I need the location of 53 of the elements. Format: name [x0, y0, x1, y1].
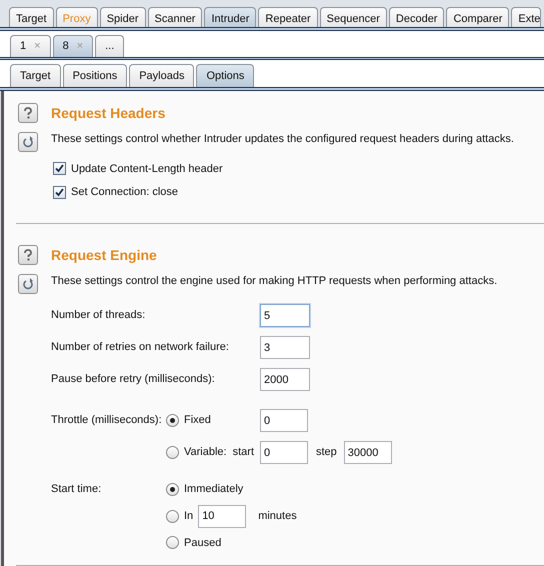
text-field[interactable]: 10 [198, 504, 246, 528]
radio-label: Immediately [184, 482, 244, 497]
tab[interactable]: Intruder [204, 6, 256, 27]
section-title: Request Engine [51, 246, 158, 265]
section-title: Request Headers [51, 104, 166, 123]
tab[interactable]: Positions [62, 64, 128, 88]
tab[interactable]: Sequencer [320, 6, 387, 27]
field-label: Pause before retry (milliseconds): [51, 372, 216, 388]
radio-label: In [184, 508, 194, 524]
text-field[interactable]: 30000 [344, 441, 392, 464]
section-description: These settings control whether Intruder updates the configured request headers during attacks. [51, 132, 514, 147]
text-field[interactable]: 5 [260, 304, 310, 327]
tab[interactable]: Comparer [446, 6, 510, 27]
radio-label: Paused [184, 536, 222, 550]
field-label: start [232, 445, 254, 460]
help-icon[interactable] [18, 103, 38, 123]
text-field[interactable]: 0 [260, 441, 308, 464]
field-label: Start time: [51, 482, 102, 497]
text-field[interactable]: 0 [260, 409, 308, 432]
field-label: Throttle (milliseconds): [51, 413, 163, 428]
radio-button[interactable] [166, 536, 179, 550]
help-icon[interactable] [18, 244, 38, 264]
radio-button[interactable] [166, 482, 179, 496]
radio-label: Variable: [184, 445, 227, 460]
field-label: Number of threads: [51, 308, 146, 324]
tab[interactable]: Target [10, 64, 61, 88]
checkbox[interactable] [53, 162, 66, 176]
text-field[interactable]: 2000 [260, 368, 310, 391]
checkbox[interactable] [53, 186, 66, 199]
radio-label: Fixed [184, 413, 211, 428]
field-label: step [316, 445, 337, 460]
tab[interactable]: ... [95, 34, 124, 57]
restore-defaults-icon[interactable] [18, 132, 38, 152]
tab[interactable]: 8 × [52, 34, 94, 57]
tab[interactable]: 1 × [10, 34, 51, 57]
section-description: These settings control the engine used for making HTTP requests when performing attacks. [51, 274, 498, 288]
radio-button[interactable] [166, 510, 179, 522]
text-field[interactable]: 3 [260, 336, 310, 359]
tab[interactable]: Decoder [388, 6, 444, 27]
tab[interactable]: Target [9, 6, 54, 27]
field-label: Number of retries on network failure: [51, 340, 230, 356]
restore-defaults-icon[interactable] [18, 274, 38, 294]
tab[interactable]: Options [196, 64, 254, 88]
tab[interactable]: Spider [100, 6, 146, 27]
tab[interactable]: Repeater [258, 6, 318, 27]
radio-button[interactable] [166, 414, 179, 427]
radio-button[interactable] [166, 446, 179, 459]
checkbox-label: Set Connection: close [71, 185, 178, 200]
tab[interactable]: Exte [511, 6, 542, 27]
tab[interactable]: Payloads [129, 64, 194, 88]
tab[interactable]: Scanner [148, 6, 202, 27]
checkbox-label: Update Content-Length header [71, 162, 223, 176]
field-label: minutes [258, 508, 297, 524]
